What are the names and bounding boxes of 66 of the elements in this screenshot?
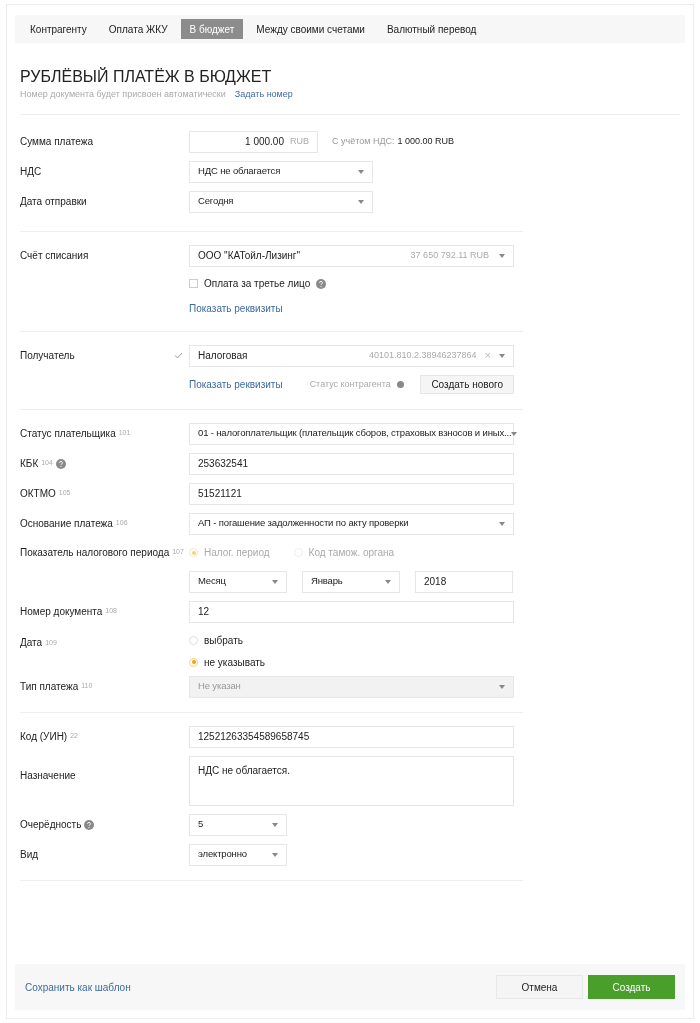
field-label: КБК	[20, 457, 39, 471]
select-field[interactable]: электронно	[189, 843, 287, 866]
tab[interactable]: Контрагенту	[21, 19, 96, 39]
vat-note-value: 1 000.00 RUB	[397, 134, 455, 148]
input-field[interactable]: 51521121	[189, 482, 514, 505]
select-field[interactable]: Январь	[302, 570, 400, 593]
field-label: Дата	[20, 635, 43, 650]
select-field[interactable]: 01 - налогоплательщик (плательщик сборов, страховых взносов и иных...	[189, 422, 514, 445]
text-area[interactable]: НДС не облагается.	[189, 755, 514, 806]
field-label: Код (УИН)	[20, 730, 68, 744]
show-details-link[interactable]: Показать реквизиты	[189, 377, 283, 392]
field-label: Сумма платежа	[20, 135, 93, 149]
caret-icon	[511, 431, 518, 436]
page-title: РУБЛЁВЫЙ ПЛАТЁЖ В БЮДЖЕТ	[20, 67, 273, 87]
input-field[interactable]: 253632541	[189, 452, 514, 475]
tab[interactable]: Валютный перевод	[377, 19, 486, 39]
year-field[interactable]: 2018	[415, 570, 513, 593]
caret-icon	[272, 822, 278, 827]
account-select[interactable]: ООО "КАТойл-Лизинг" 37 650 792.11 RUB	[189, 244, 514, 267]
caret-icon	[499, 253, 505, 258]
caret-icon	[272, 852, 278, 857]
field-label: НДС	[20, 165, 42, 179]
select-field[interactable]: АП - погашение задолженности по акту проверки	[189, 512, 514, 535]
field-label: Назначение	[20, 769, 76, 781]
radio-label: Код тамож. органа	[308, 546, 395, 560]
select-field[interactable]: Сегодня	[189, 190, 373, 213]
recipient-select[interactable]: Налоговая 40101.810.2.38946237864 ×	[189, 344, 514, 367]
caret-icon	[499, 684, 505, 689]
select-field[interactable]: Месяц	[189, 570, 287, 593]
checkbox[interactable]	[189, 279, 198, 288]
caret-icon	[358, 169, 364, 174]
create-new-button[interactable]: Создать нового	[420, 375, 514, 394]
save-template-link[interactable]: Сохранить как шаблон	[25, 979, 131, 995]
subtitle: Номер документа будет присвоен автоматически	[20, 88, 226, 101]
radio-label: Налог. период	[204, 546, 270, 560]
cancel-button[interactable]: Отмена	[496, 975, 583, 999]
checkbox-label: Оплата за третье лицо	[204, 277, 311, 291]
field-label: Получатель	[20, 349, 75, 363]
tab[interactable]: Оплата ЖКУ	[99, 19, 177, 39]
field-label: Статус плательщика	[20, 427, 116, 441]
radio-label: выбрать	[204, 633, 243, 648]
radio-label: не указывать	[204, 655, 265, 670]
field-label: ОКТМО	[20, 487, 56, 501]
caret-icon	[499, 353, 505, 358]
caret-icon	[358, 199, 364, 204]
set-number-link[interactable]: Задать номер	[234, 88, 293, 102]
field-label: Дата отправки	[20, 195, 87, 209]
field-label: Основание платежа	[20, 517, 113, 531]
vat-note-label: С учётом НДС:	[332, 134, 395, 148]
caret-icon	[499, 521, 505, 526]
field-label: Показатель налогового периода	[20, 546, 170, 560]
counterparty-status-label: Статус контрагента	[309, 377, 391, 391]
caret-icon	[272, 579, 278, 584]
select-field[interactable]: 5	[189, 813, 287, 836]
show-details-link[interactable]: Показать реквизиты	[189, 301, 283, 316]
field-label: Вид	[20, 848, 39, 862]
amount-field[interactable]: 1 000.00 RUB	[189, 130, 318, 153]
field-label: Счёт списания	[20, 249, 89, 263]
input-field[interactable]: 12521263354589658745	[189, 725, 514, 748]
input-field[interactable]: 12	[189, 600, 514, 623]
caret-icon	[385, 579, 391, 584]
field-label: Номер документа	[20, 605, 103, 619]
tab[interactable]: Между своими счетами	[247, 19, 374, 39]
select-field[interactable]: НДС не облагается	[189, 160, 373, 183]
field-label: Очерёдность	[20, 818, 82, 832]
field-label: Тип платежа	[20, 680, 79, 694]
